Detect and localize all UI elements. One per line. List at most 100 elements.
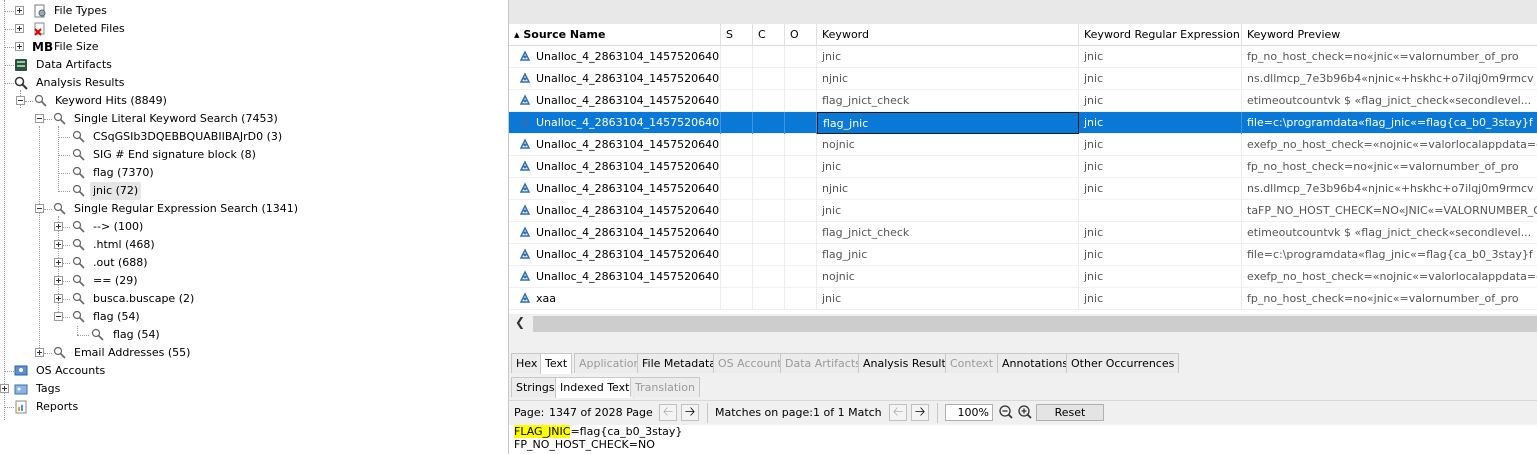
source-name-text: Unalloc_4_2863104_1457520640 (536, 50, 720, 63)
cell-source-name: Unalloc_4_2863104_1457520640 (509, 68, 721, 90)
source-name-text: xaa (536, 292, 556, 305)
expand-icon[interactable] (15, 42, 24, 51)
tree-node-file-size[interactable]: MB File Size (0, 38, 200, 56)
tab-analysis-results[interactable]: Analysis Results (858, 353, 957, 373)
tree-label: Single Literal Keyword Search (7453) (74, 112, 278, 125)
tab-other-occurrences[interactable]: Other Occurrences (1066, 353, 1180, 373)
cell-flag (785, 288, 817, 310)
cell-source-name: Unalloc_4_2863104_1457520640 (509, 156, 721, 178)
column-header-s[interactable]: S (721, 24, 753, 46)
column-header-keyword-preview[interactable]: Keyword Preview (1242, 24, 1537, 46)
column-header-keyword[interactable]: Keyword (817, 24, 1079, 46)
tab-strings[interactable]: Strings (511, 377, 560, 397)
previous-match-button[interactable]: 🡠 (889, 404, 907, 421)
reset-button[interactable]: Reset (1036, 404, 1104, 421)
expand-icon[interactable] (54, 258, 63, 267)
expand-icon[interactable] (54, 276, 63, 285)
cell-flag (785, 46, 817, 68)
tab-application[interactable]: Application (574, 353, 646, 373)
tree-node-literal-item[interactable]: CSqGSIb3DQEBBQUABIIBAJrD0 (3) (0, 128, 300, 146)
collapse-icon[interactable] (54, 312, 63, 321)
table-row[interactable]: Unalloc_4_2863104_1457520640 jnic jnic fp_n… (509, 156, 1537, 178)
tab-hex[interactable]: Hex (511, 353, 543, 373)
tab-annotations[interactable]: Annotations (997, 353, 1074, 373)
tree-node-deleted-files[interactable]: Deleted Files (0, 20, 200, 38)
tree-label: Email Addresses (55) (74, 346, 191, 359)
expand-icon[interactable] (54, 222, 63, 231)
tree-node-literal-item-selected[interactable]: jnic (72) (0, 182, 300, 200)
horizontal-scrollbar[interactable]: ❮ (509, 314, 1537, 334)
tab-text[interactable]: Text (540, 353, 573, 374)
tree-node-data-artifacts[interactable]: Data Artifacts (0, 56, 200, 74)
table-row[interactable]: Unalloc_4_2863104_1457520640 flag_jnic jni… (509, 244, 1537, 266)
tree-node-literal-item[interactable]: flag (7370) (0, 164, 300, 182)
table-row[interactable]: Unalloc_4_2863104_1457520640 flag_jnic jni… (509, 112, 1537, 134)
column-header-keyword-regex[interactable]: Keyword Regular Expression (1079, 24, 1242, 46)
tab-data-artifacts[interactable]: Data Artifacts (780, 353, 866, 373)
table-row[interactable]: Unalloc_4_2863104_1457520640 nojnic jnic ex… (509, 134, 1537, 156)
table-row[interactable]: Unalloc_4_2863104_1457520640 nojnic jnic ex… (509, 266, 1537, 288)
zoom-field[interactable]: 100% (945, 404, 993, 421)
tree-node-literal-item[interactable]: SIG # End signature block (8) (0, 146, 300, 164)
tree-node-regex-item[interactable]: == (29) (0, 272, 300, 290)
expand-icon[interactable] (15, 6, 24, 15)
table-row[interactable]: xaa jnic jnic fp_no_host_check=no«jnic«=val… (509, 288, 1537, 310)
tree-node-tags[interactable]: Tags (0, 380, 200, 398)
cell-source-name: xaa (509, 288, 721, 310)
tree-node-single-literal-search[interactable]: Single Literal Keyword Search (7453) (0, 110, 300, 128)
column-header-o[interactable]: O (785, 24, 817, 46)
tree-node-keyword-hits[interactable]: Keyword Hits (8849) (0, 92, 200, 110)
tab-context[interactable]: Context (945, 353, 999, 373)
zoom-out-icon[interactable] (997, 404, 1015, 421)
tab-indexed-text[interactable]: Indexed Text (555, 377, 635, 398)
cell-flag (753, 222, 785, 244)
expand-icon[interactable] (54, 294, 63, 303)
tab-translation[interactable]: Translation (630, 377, 700, 397)
next-match-button[interactable]: 🡢 (911, 404, 929, 421)
tree-node-regex-item[interactable]: --> (100) (0, 218, 300, 236)
collapse-icon[interactable] (35, 114, 44, 123)
table-row[interactable]: Unalloc_4_2863104_1457520640 jnic jnic fp_n… (509, 46, 1537, 68)
cell-regex: jnic (1079, 288, 1242, 310)
tree-node-regex-item[interactable]: .out (688) (0, 254, 300, 272)
cell-keyword: nojnic (817, 134, 1079, 156)
expand-icon[interactable] (54, 240, 63, 249)
expand-icon[interactable] (35, 348, 44, 357)
magnifier-icon (53, 112, 67, 126)
table-row[interactable]: Unalloc_4_2863104_1457520640 flag_jnict_c… (509, 222, 1537, 244)
tree-node-analysis-results[interactable]: Analysis Results (0, 74, 200, 92)
cell-flag (721, 200, 753, 222)
tree-node-reports[interactable]: Reports (0, 398, 200, 416)
cell-flag (721, 222, 753, 244)
expand-icon[interactable] (15, 24, 24, 33)
file-types-icon (33, 4, 47, 18)
unallocated-file-icon (519, 268, 533, 288)
cell-flag (721, 68, 753, 90)
table-row[interactable]: Unalloc_4_2863104_1457520640 jnic taFP_NO_… (509, 200, 1537, 222)
column-header-source-name[interactable]: ▴ Source Name (509, 24, 721, 46)
tree-node-email-addresses[interactable]: Email Addresses (55) (0, 344, 300, 362)
tree-node-regex-item[interactable]: .html (468) (0, 236, 300, 254)
table-row[interactable]: Unalloc_4_2863104_1457520640 flag_jnict_c… (509, 90, 1537, 112)
expand-icon[interactable] (0, 384, 9, 393)
tree-node-regex-flag-child[interactable]: flag (54) (0, 326, 300, 344)
column-header-c[interactable]: C (753, 24, 785, 46)
table-row[interactable]: Unalloc_4_2863104_1457520640 njnic jnic ns.… (509, 68, 1537, 90)
tree-node-regex-item[interactable]: busca.buscape (2) (0, 290, 300, 308)
tree-node-single-regex-search[interactable]: Single Regular Expression Search (1341) (0, 200, 300, 218)
collapse-icon[interactable] (16, 96, 25, 105)
scrollbar-thumb[interactable] (533, 316, 1537, 332)
tab-file-metadata[interactable]: File Metadata (637, 353, 721, 373)
collapse-icon[interactable] (35, 204, 44, 213)
cell-flag (753, 156, 785, 178)
tab-os-account[interactable]: OS Account (713, 353, 787, 373)
zoom-in-icon[interactable] (1016, 404, 1034, 421)
tree-node-file-types[interactable]: File Types (0, 2, 200, 20)
tree-node-regex-item[interactable]: flag (54) (0, 308, 300, 326)
previous-page-button[interactable]: 🡠 (659, 404, 677, 421)
table-row[interactable]: Unalloc_4_2863104_1457520640 njnic jnic ns.… (509, 178, 1537, 200)
cell-source-name: Unalloc_4_2863104_1457520640 (509, 178, 721, 200)
tree-node-os-accounts[interactable]: OS Accounts (0, 362, 200, 380)
scroll-left-icon[interactable]: ❮ (515, 315, 525, 329)
next-page-button[interactable]: 🡢 (681, 404, 699, 421)
